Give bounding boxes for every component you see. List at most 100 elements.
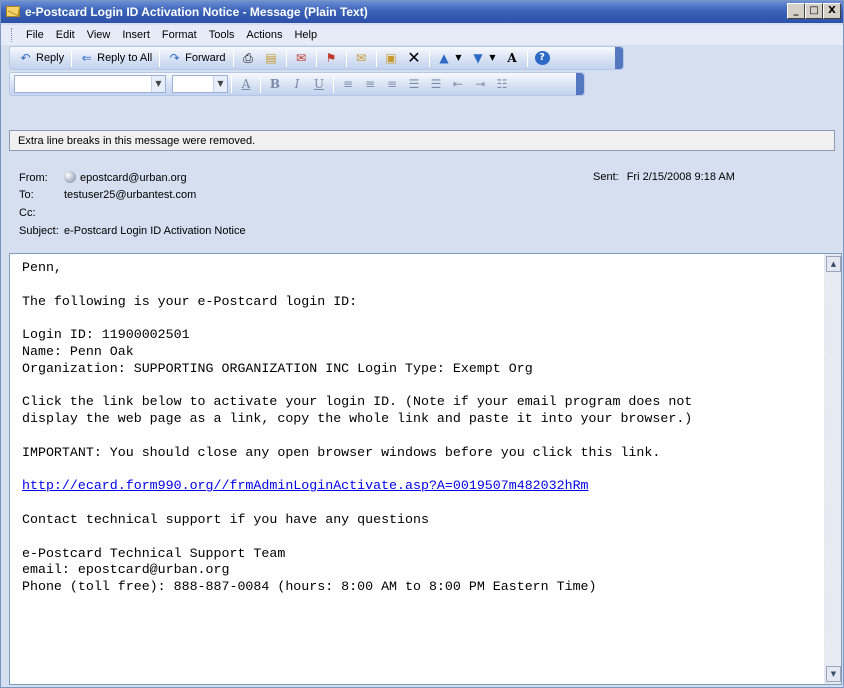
align-left-icon[interactable]: ≡ xyxy=(337,74,359,94)
align-center-icon[interactable]: ≡ xyxy=(359,74,381,94)
instructions-line-1: Click the link below to activate your lo… xyxy=(22,394,693,410)
previous-item-button[interactable]: ▲ ▼ xyxy=(433,48,467,68)
chevron-down-icon: ▼ xyxy=(455,53,462,62)
increase-indent-icon[interactable]: ⇥ xyxy=(469,74,491,94)
contact-status-icon[interactable] xyxy=(64,171,76,183)
important-line: IMPORTANT: You should close any open bro… xyxy=(22,444,661,460)
message-body[interactable]: Penn, The following is your e-Postcard l… xyxy=(9,253,842,685)
menu-bar: File Edit View Insert Format Tools Actio… xyxy=(1,25,843,45)
menu-actions[interactable]: Actions xyxy=(240,29,288,41)
maximize-button[interactable]: □ xyxy=(805,3,823,19)
flag-icon: ⚑ xyxy=(325,51,337,65)
bold-button[interactable]: B xyxy=(264,74,286,94)
toolbar-separator xyxy=(345,49,347,67)
next-item-button[interactable]: ▼ ▼ xyxy=(467,48,501,68)
scroll-up-icon[interactable]: ▲ xyxy=(826,256,841,272)
font-color-button[interactable]: A xyxy=(235,74,257,94)
activation-link[interactable]: http://ecard.form990.org//frmAdminLoginA… xyxy=(22,478,589,493)
font-size-button[interactable]: A xyxy=(501,48,524,68)
to-address[interactable]: testuser25@urbantest.com xyxy=(64,189,196,201)
italic-button[interactable]: I xyxy=(286,74,308,94)
window-controls: _ □ X xyxy=(787,3,841,19)
formatting-toolbar: ▼ ▼ A B I U ≡ ≡ ≡ ☰ ☰ ⇤ ⇥ ☷ xyxy=(9,72,585,96)
minimize-button[interactable]: _ xyxy=(787,3,805,19)
menu-edit[interactable]: Edit xyxy=(50,29,81,41)
subject-label: Subject: xyxy=(19,225,59,237)
toolbar-separator xyxy=(232,49,234,67)
message-header: From: epostcard@urban.org Sent: Fri 2/15/2… xyxy=(9,157,835,249)
close-button[interactable]: X xyxy=(823,3,841,19)
down-arrow-icon: ▼ xyxy=(473,51,483,65)
chevron-down-icon: ▼ xyxy=(489,53,496,62)
email-line: email: epostcard@urban.org xyxy=(22,562,230,578)
numbered-list-icon[interactable]: ☰ xyxy=(403,74,425,94)
info-bar[interactable]: Extra line breaks in this message were r… xyxy=(9,130,835,151)
toolbar-options-icon[interactable] xyxy=(576,73,584,95)
from-row: From: epostcard@urban.org xyxy=(19,171,187,184)
flag-button[interactable]: ⚑ xyxy=(320,48,343,68)
contact-line: Contact technical support if you have an… xyxy=(22,511,429,527)
forward-label: Forward xyxy=(185,52,226,64)
message-text[interactable]: Penn, The following is your e-Postcard l… xyxy=(22,260,817,596)
vertical-scrollbar[interactable]: ▲ ▼ xyxy=(824,254,841,684)
login-id-line: Login ID: 11900002501 xyxy=(22,327,190,343)
toolbar-separator xyxy=(260,75,261,93)
cc-row: Cc: xyxy=(19,207,64,219)
decrease-indent-icon[interactable]: ⇤ xyxy=(447,74,469,94)
underline-button[interactable]: U xyxy=(308,74,330,94)
menu-format[interactable]: Format xyxy=(156,29,203,41)
toolbar-separator xyxy=(428,49,430,67)
toolbar-separator xyxy=(71,49,73,67)
window-title: e-Postcard Login ID Activation Notice - … xyxy=(25,5,368,19)
organization-line: Organization: SUPPORTING ORGANIZATION IN… xyxy=(22,360,533,376)
reply-all-icon: ⇐ xyxy=(81,51,92,65)
mark-unread-button[interactable]: ✉ xyxy=(350,48,373,68)
chevron-down-icon: ▼ xyxy=(151,76,165,92)
reply-icon: ↶ xyxy=(20,51,31,65)
help-icon: ? xyxy=(534,51,550,65)
menu-tools[interactable]: Tools xyxy=(203,29,241,41)
scroll-down-icon[interactable]: ▼ xyxy=(826,666,841,682)
chevron-down-icon: ▼ xyxy=(213,76,227,92)
instructions-line-2: display the web page as a link, copy the… xyxy=(22,411,693,427)
to-label: To: xyxy=(19,189,34,201)
font-name-select[interactable]: ▼ xyxy=(14,75,166,93)
toolbar-separator xyxy=(315,49,317,67)
sent-date: Fri 2/15/2008 9:18 AM xyxy=(626,171,735,183)
toolbar-separator xyxy=(285,49,287,67)
style-icon[interactable]: ☷ xyxy=(491,74,513,94)
message-window: e-Postcard Login ID Activation Notice - … xyxy=(0,0,844,688)
name-line: Name: Penn Oak xyxy=(22,343,134,359)
delete-button[interactable]: ✕ xyxy=(403,48,426,68)
help-button[interactable]: ? xyxy=(531,48,554,68)
reply-all-button[interactable]: ⇐ Reply to All xyxy=(75,48,156,68)
forward-button[interactable]: ↷ Forward xyxy=(163,48,229,68)
reply-button[interactable]: ↶ Reply xyxy=(14,48,68,68)
from-address[interactable]: epostcard@urban.org xyxy=(80,172,187,184)
sent-row: Sent: Fri 2/15/2008 9:18 AM xyxy=(593,171,735,183)
reply-label: Reply xyxy=(36,52,65,64)
move-to-folder-icon: ▤ xyxy=(265,51,277,65)
from-label: From: xyxy=(19,172,48,184)
toolbar-separator xyxy=(375,49,377,67)
font-size-select[interactable]: ▼ xyxy=(172,75,228,93)
envelope-icon xyxy=(6,6,20,17)
print-button[interactable]: ⎙ xyxy=(237,48,260,68)
sent-label: Sent: xyxy=(593,171,619,183)
menu-insert[interactable]: Insert xyxy=(116,29,156,41)
forward-icon: ↷ xyxy=(169,51,180,65)
reply-all-label: Reply to All xyxy=(97,52,153,64)
menu-view[interactable]: View xyxy=(81,29,117,41)
move-button[interactable]: ▤ xyxy=(260,48,283,68)
junk-button[interactable]: ✉ xyxy=(290,48,313,68)
folder-icon: ▣ xyxy=(385,51,397,65)
align-right-icon[interactable]: ≡ xyxy=(381,74,403,94)
menu-help[interactable]: Help xyxy=(288,29,323,41)
title-bar[interactable]: e-Postcard Login ID Activation Notice - … xyxy=(1,1,843,23)
toolbar-options-icon[interactable] xyxy=(615,47,623,69)
move-folder-button[interactable]: ▣ xyxy=(380,48,403,68)
bullet-list-icon[interactable]: ☰ xyxy=(425,74,447,94)
menu-file[interactable]: File xyxy=(20,29,50,41)
toolbar-separator xyxy=(526,49,528,67)
team-line: e-Postcard Technical Support Team xyxy=(22,545,286,561)
